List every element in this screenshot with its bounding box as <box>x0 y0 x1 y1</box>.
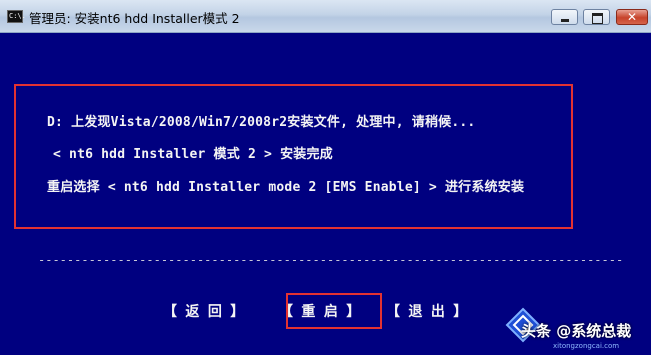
close-icon: ✕ <box>626 10 638 24</box>
divider-line: ----------------------------------------… <box>38 253 623 267</box>
maximize-icon <box>584 10 609 24</box>
annotation-box-messages <box>14 84 573 229</box>
console-window: C:\. 管理员: 安装nt6 hdd Installer模式 2 ✕ D: 上… <box>0 0 651 355</box>
back-button[interactable]: 【 返 回 】 <box>163 301 244 321</box>
watermark-url: xitongzongcai.com <box>553 342 620 350</box>
close-button[interactable]: ✕ <box>616 9 648 25</box>
minimize-button[interactable] <box>551 9 578 25</box>
watermark: 头条 @系统总裁 xitongzongcai.com <box>505 300 651 355</box>
annotation-box-restart <box>286 293 382 329</box>
console-icon[interactable]: C:\. <box>7 10 26 23</box>
title-bar[interactable]: C:\. 管理员: 安装nt6 hdd Installer模式 2 ✕ <box>0 0 651 33</box>
window-title: 管理员: 安装nt6 hdd Installer模式 2 <box>29 11 240 26</box>
minimize-icon <box>552 10 577 24</box>
maximize-button[interactable] <box>583 9 610 25</box>
watermark-text: 头条 @系统总裁 <box>521 322 632 340</box>
exit-button[interactable]: 【 退 出 】 <box>386 301 467 321</box>
